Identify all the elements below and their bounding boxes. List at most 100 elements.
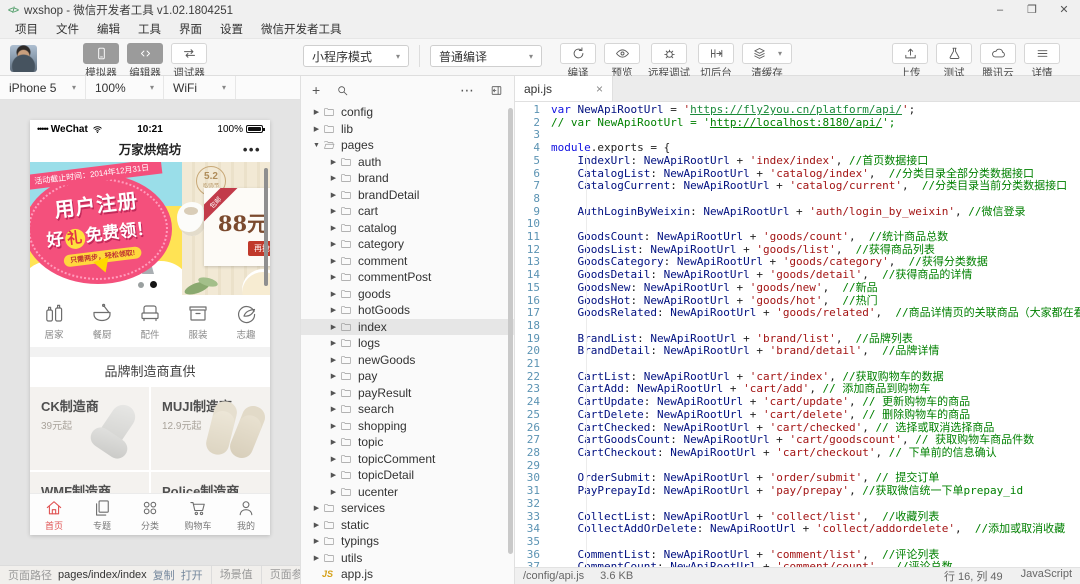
test-action[interactable]: 测试 xyxy=(936,43,972,80)
tree-item-comment[interactable]: ▶comment xyxy=(301,253,514,270)
compile-mode-select[interactable]: 普通编译 ▾ xyxy=(430,45,542,67)
simulator-toggle[interactable]: 模拟器 xyxy=(83,43,119,80)
chevron-right-icon[interactable]: ▶ xyxy=(328,422,339,430)
chevron-right-icon[interactable]: ▶ xyxy=(328,174,339,182)
chevron-right-icon[interactable]: ▶ xyxy=(328,389,339,397)
maximize-button[interactable]: ❐ xyxy=(1016,0,1048,20)
chevron-right-icon[interactable]: ▶ xyxy=(328,158,339,166)
tree-item-utils[interactable]: ▶utils xyxy=(301,550,514,567)
tab-category[interactable]: 分类 xyxy=(126,494,174,535)
clear-cache-button[interactable]: ▾ xyxy=(742,43,792,64)
chevron-right-icon[interactable]: ▶ xyxy=(328,471,339,479)
tree-item-auth[interactable]: ▶auth xyxy=(301,154,514,171)
open-link[interactable]: 打开 xyxy=(181,567,203,583)
close-button[interactable]: ✕ xyxy=(1048,0,1080,20)
category-hobby[interactable]: 志趣 xyxy=(222,301,270,341)
tree-item-ucenter[interactable]: ▶ucenter xyxy=(301,484,514,501)
chevron-right-icon[interactable]: ▶ xyxy=(328,273,339,281)
brand-tile[interactable]: WMF制造商 xyxy=(30,472,149,493)
tree-item-typings[interactable]: ▶typings xyxy=(301,533,514,550)
compile-action[interactable]: 编译 xyxy=(560,43,596,80)
compile-button[interactable] xyxy=(560,43,596,64)
collapse-panel-icon[interactable] xyxy=(490,84,503,97)
add-file-icon[interactable]: + xyxy=(312,82,320,98)
tree-item-brand[interactable]: ▶brand xyxy=(301,170,514,187)
copy-link[interactable]: 复制 xyxy=(153,567,175,583)
chevron-down-icon[interactable]: ▼ xyxy=(311,142,322,149)
tree-item-branddetail[interactable]: ▶brandDetail xyxy=(301,187,514,204)
chevron-right-icon[interactable]: ▶ xyxy=(311,125,322,133)
tab-topics[interactable]: 专题 xyxy=(78,494,126,535)
network-select[interactable]: WiFi ▾ xyxy=(164,76,236,99)
minimize-button[interactable]: – xyxy=(984,0,1016,20)
chevron-right-icon[interactable]: ▶ xyxy=(311,554,322,562)
scene-value-cell[interactable]: 场景值 xyxy=(211,566,261,584)
menu-item[interactable]: 工具 xyxy=(129,21,170,37)
chevron-right-icon[interactable]: ▶ xyxy=(328,191,339,199)
chevron-right-icon[interactable]: ▶ xyxy=(328,438,339,446)
brand-tile[interactable]: MUJI制造商12.9元起 xyxy=(151,387,270,470)
tree-item-config[interactable]: ▶config xyxy=(301,104,514,121)
chevron-right-icon[interactable]: ▶ xyxy=(328,306,339,314)
close-tab-icon[interactable]: × xyxy=(596,82,603,96)
category-apparel[interactable]: 服装 xyxy=(174,301,222,341)
tree-item-topic[interactable]: ▶topic xyxy=(301,434,514,451)
tree-item-pages[interactable]: ▼pages xyxy=(301,137,514,154)
chevron-right-icon[interactable]: ▶ xyxy=(328,405,339,413)
tree-item-commentpost[interactable]: ▶commentPost xyxy=(301,269,514,286)
editor-button[interactable] xyxy=(127,43,163,64)
menu-item[interactable]: 文件 xyxy=(47,21,88,37)
tree-item-appjs[interactable]: JSapp.js xyxy=(301,566,514,583)
menu-item[interactable]: 项目 xyxy=(6,21,47,37)
chevron-right-icon[interactable]: ▶ xyxy=(328,455,339,463)
device-select[interactable]: iPhone 5 ▾ xyxy=(0,76,86,99)
tencent-cloud-button[interactable] xyxy=(980,43,1016,64)
chevron-right-icon[interactable]: ▶ xyxy=(328,372,339,380)
details-button[interactable] xyxy=(1024,43,1060,64)
chevron-right-icon[interactable]: ▶ xyxy=(328,257,339,265)
debugger-button[interactable] xyxy=(171,43,207,64)
home-banner[interactable]: 用户注册 好礼免费领！ 只需两步，轻松领取! 活动截止时间：2014年12月31… xyxy=(30,162,270,295)
brand-tile[interactable]: CK制造商39元起 xyxy=(30,387,149,470)
tree-item-goods[interactable]: ▶goods xyxy=(301,286,514,303)
chevron-right-icon[interactable]: ▶ xyxy=(311,521,322,529)
chevron-right-icon[interactable]: ▶ xyxy=(311,504,322,512)
chevron-right-icon[interactable]: ▶ xyxy=(311,108,322,116)
menu-item[interactable]: 编辑 xyxy=(88,21,129,37)
tree-item-services[interactable]: ▶services xyxy=(301,500,514,517)
menu-item[interactable]: 界面 xyxy=(170,21,211,37)
chevron-right-icon[interactable]: ▶ xyxy=(328,323,339,331)
menu-item[interactable]: 设置 xyxy=(211,21,252,37)
chevron-right-icon[interactable]: ▶ xyxy=(328,240,339,248)
tree-item-topiccomment[interactable]: ▶topicComment xyxy=(301,451,514,468)
tree-item-static[interactable]: ▶static xyxy=(301,517,514,534)
tree-item-category[interactable]: ▶category xyxy=(301,236,514,253)
tab-cart[interactable]: 购物车 xyxy=(174,494,222,535)
chevron-right-icon[interactable]: ▶ xyxy=(328,356,339,364)
tencent-cloud-action[interactable]: 腾讯云 xyxy=(980,43,1016,80)
more-menu-icon[interactable]: ••• xyxy=(243,138,261,162)
category-household[interactable]: 居家 xyxy=(30,301,78,341)
chevron-right-icon[interactable]: ▶ xyxy=(328,290,339,298)
upload-button[interactable] xyxy=(892,43,928,64)
avatar[interactable] xyxy=(10,45,37,72)
tab-home[interactable]: 首页 xyxy=(30,494,78,535)
tree-item-newgoods[interactable]: ▶newGoods xyxy=(301,352,514,369)
mode-select[interactable]: 小程序模式 ▾ xyxy=(303,45,409,67)
tree-scrollbar[interactable] xyxy=(508,108,513,554)
tree-item-logs[interactable]: ▶logs xyxy=(301,335,514,352)
brand-tile[interactable]: Police制造商 xyxy=(151,472,270,493)
tree-item-lib[interactable]: ▶lib xyxy=(301,121,514,138)
test-button[interactable] xyxy=(936,43,972,64)
chevron-right-icon[interactable]: ▶ xyxy=(311,537,322,545)
clear-cache-action[interactable]: ▾ 清缓存 xyxy=(742,43,792,80)
preview-action[interactable]: 预览 xyxy=(604,43,640,80)
debugger-toggle[interactable]: 调试器 xyxy=(171,43,207,80)
editor-tab-apijs[interactable]: api.js × xyxy=(515,76,613,101)
statusbar-language[interactable]: JavaScript xyxy=(1021,568,1072,584)
tree-item-hotgoods[interactable]: ▶hotGoods xyxy=(301,302,514,319)
tree-item-topicdetail[interactable]: ▶topicDetail xyxy=(301,467,514,484)
preview-button[interactable] xyxy=(604,43,640,64)
chevron-right-icon[interactable]: ▶ xyxy=(328,207,339,215)
more-options-icon[interactable]: ⋯ xyxy=(460,82,474,99)
